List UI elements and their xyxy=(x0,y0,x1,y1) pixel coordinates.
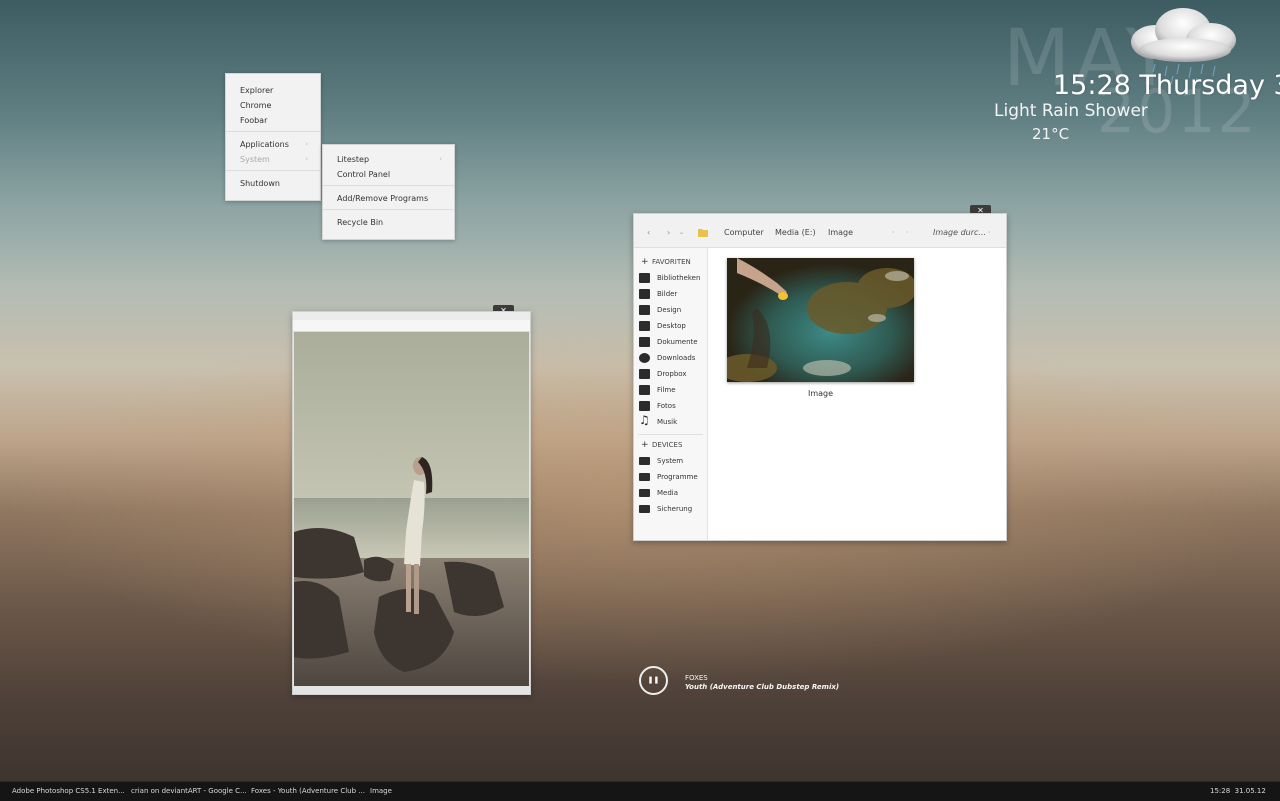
file-thumbnail[interactable] xyxy=(727,258,914,382)
submenu-item-litestep[interactable]: Litestep xyxy=(337,155,369,165)
menu-divider xyxy=(323,209,454,210)
submenu-item-control-panel[interactable]: Control Panel xyxy=(337,170,390,180)
photo-viewer-window xyxy=(292,311,531,695)
back-icon[interactable]: ‹ xyxy=(647,228,650,238)
film-icon xyxy=(639,385,650,395)
sidebar-item-system[interactable]: System xyxy=(657,457,683,466)
search-icon[interactable]: · xyxy=(988,228,991,238)
menu-item-applications[interactable]: Applications xyxy=(240,140,289,150)
sidebar-item-bilder[interactable]: Bilder xyxy=(657,290,677,299)
taskbar: Adobe Photoshop CS5.1 Exten... crian on … xyxy=(0,781,1280,801)
weather-temperature: 21°C xyxy=(1032,125,1070,143)
sidebar-item-bibliotheken[interactable]: Bibliotheken xyxy=(657,274,700,283)
menu-item-foobar[interactable]: Foobar xyxy=(240,116,267,126)
context-submenu: Litestep › Control Panel Add/Remove Prog… xyxy=(322,144,455,240)
search-input[interactable]: Image durc... xyxy=(933,228,986,238)
explorer-toolbar: ‹ › ⌄ Computer Media (E:) Image · · Imag… xyxy=(634,214,1006,248)
forward-icon[interactable]: › xyxy=(667,228,670,238)
window-toolbar xyxy=(293,320,530,332)
separator-dot: · xyxy=(906,228,909,237)
sidebar-item-fotos[interactable]: Fotos xyxy=(657,402,676,411)
dropbox-icon xyxy=(639,369,650,379)
menu-item-chrome[interactable]: Chrome xyxy=(240,101,271,111)
taskbar-clock[interactable]: 15:28 31.05.12 xyxy=(1210,787,1266,796)
menu-divider xyxy=(226,131,320,132)
drive-icon xyxy=(639,489,650,497)
expand-icon[interactable]: + xyxy=(641,258,649,267)
library-icon xyxy=(639,273,650,283)
folder-icon xyxy=(698,229,708,237)
sidebar-section-devices[interactable]: DEVICES xyxy=(652,441,682,450)
sidebar-item-media[interactable]: Media xyxy=(657,489,678,498)
camera-icon xyxy=(639,401,650,411)
submenu-item-recycle-bin[interactable]: Recycle Bin xyxy=(337,218,383,228)
drive-icon xyxy=(639,473,650,481)
sidebar-section-favorites[interactable]: FAVORITEN xyxy=(652,258,691,267)
sidebar-item-sicherung[interactable]: Sicherung xyxy=(657,505,692,514)
chevron-right-icon: › xyxy=(305,140,308,148)
documents-icon xyxy=(639,337,650,347)
now-playing-track: Youth (Adventure Club Dubstep Remix) xyxy=(685,683,840,691)
downloads-icon xyxy=(639,353,650,363)
explorer-sidebar: + FAVORITEN Bibliotheken Bilder Design D… xyxy=(634,248,708,540)
sidebar-item-dropbox[interactable]: Dropbox xyxy=(657,370,687,379)
taskbar-item-foobar[interactable]: Foxes - Youth (Adventure Club ... xyxy=(251,787,365,796)
context-menu: Explorer Chrome Foobar Applications › Sy… xyxy=(225,73,321,201)
menu-divider xyxy=(323,185,454,186)
breadcrumb-image[interactable]: Image xyxy=(828,228,853,238)
sidebar-item-musik[interactable]: Musik xyxy=(657,418,677,427)
pictures-icon xyxy=(639,289,650,299)
sidebar-item-programme[interactable]: Programme xyxy=(657,473,698,482)
window-titlebar[interactable] xyxy=(293,312,530,320)
sidebar-item-desktop[interactable]: Desktop xyxy=(657,322,686,331)
file-name[interactable]: Image xyxy=(727,389,914,398)
sidebar-item-filme[interactable]: Filme xyxy=(657,386,676,395)
taskbar-item-photoshop[interactable]: Adobe Photoshop CS5.1 Exten... xyxy=(12,787,125,796)
taskbar-item-chrome[interactable]: crian on deviantART - Google C... xyxy=(131,787,247,796)
submenu-item-add-remove-programs[interactable]: Add/Remove Programs xyxy=(337,194,428,204)
chevron-right-icon: › xyxy=(439,155,442,163)
taskbar-item-explorer[interactable]: Image xyxy=(370,787,392,796)
sidebar-item-dokumente[interactable]: Dokumente xyxy=(657,338,698,347)
drive-icon xyxy=(639,505,650,513)
chevron-right-icon: › xyxy=(305,155,308,163)
separator-dot: · xyxy=(892,228,895,237)
clock-time: 15:28 Thursday 31 xyxy=(1053,70,1280,101)
menu-item-system[interactable]: System xyxy=(240,155,270,165)
music-note-icon: ♫ xyxy=(639,413,650,427)
now-playing-artist: FOXES xyxy=(685,674,708,682)
design-icon xyxy=(639,305,650,315)
sidebar-item-downloads[interactable]: Downloads xyxy=(657,354,695,363)
chevron-down-icon[interactable]: ⌄ xyxy=(679,228,684,238)
drive-icon xyxy=(639,457,650,465)
pause-icon[interactable]: ❚❚ xyxy=(639,666,668,695)
menu-item-explorer[interactable]: Explorer xyxy=(240,86,273,96)
expand-icon[interactable]: + xyxy=(641,441,649,450)
menu-item-shutdown[interactable]: Shutdown xyxy=(240,179,280,189)
breadcrumb-computer[interactable]: Computer xyxy=(724,228,764,238)
desktop-icon xyxy=(639,321,650,331)
breadcrumb-media[interactable]: Media (E:) xyxy=(775,228,816,238)
sidebar-item-design[interactable]: Design xyxy=(657,306,681,315)
sidebar-divider xyxy=(638,434,703,435)
weather-condition: Light Rain Shower xyxy=(994,101,1148,121)
explorer-window: ‹ › ⌄ Computer Media (E:) Image · · Imag… xyxy=(633,213,1007,541)
menu-divider xyxy=(226,170,320,171)
photo-image xyxy=(294,332,529,686)
